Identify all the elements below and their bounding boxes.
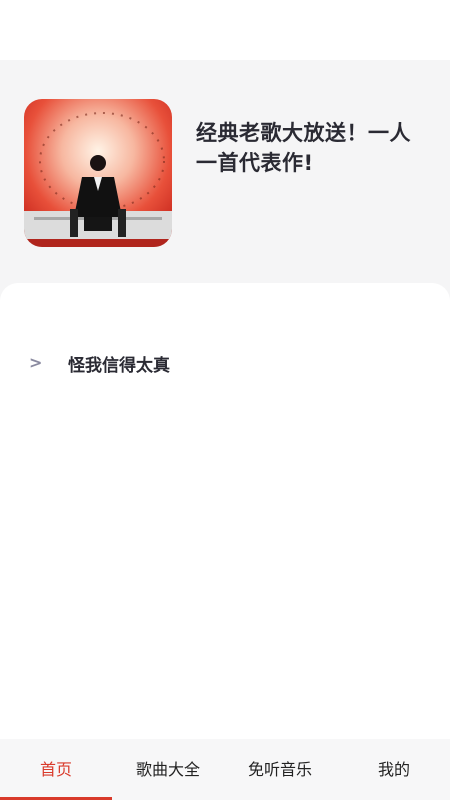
tab-songs-label: 歌曲大全 <box>135 760 200 779</box>
chevron-right-icon: > <box>29 353 43 372</box>
tab-free-music-label: 免听音乐 <box>247 760 312 779</box>
tab-mine[interactable]: 我的 <box>338 739 450 800</box>
list-item[interactable]: > 怪我信得太真 <box>0 345 450 383</box>
album-cover-image[interactable] <box>24 99 172 247</box>
playlist-title: 经典老歌大放送！一人一首代表作! <box>196 121 411 175</box>
bottom-tab-bar: 首页 歌曲大全 免听音乐 我的 <box>0 739 450 800</box>
song-list: > 怪我信得太真 <box>0 283 450 739</box>
tab-songs[interactable]: 歌曲大全 <box>112 739 224 800</box>
tab-home[interactable]: 首页 <box>0 739 112 800</box>
tab-home-label: 首页 <box>39 760 72 779</box>
status-bar <box>0 0 450 60</box>
tab-free-music[interactable]: 免听音乐 <box>224 739 336 800</box>
song-title: 怪我信得太真 <box>68 356 170 376</box>
tab-mine-label: 我的 <box>377 760 410 779</box>
playlist-header: 经典老歌大放送！一人一首代表作! <box>0 60 450 300</box>
